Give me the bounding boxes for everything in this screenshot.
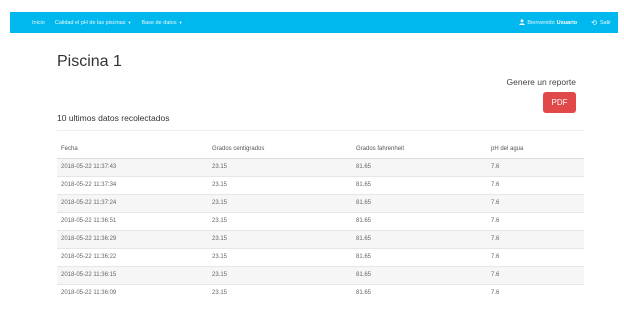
pdf-report-button[interactable]: PDF bbox=[543, 92, 576, 113]
cell-date: 2018-05-22 11:36:22 bbox=[57, 247, 208, 266]
table-header-row: Fecha Grados centigrados Grados fahrenhe… bbox=[57, 140, 584, 159]
nav-menu-database-label: Base de datos bbox=[141, 19, 177, 26]
cell-fahrenheit: 81.65 bbox=[352, 157, 487, 176]
cell-date: 2018-05-22 11:36:29 bbox=[57, 229, 208, 248]
cell-ph: 7.6 bbox=[487, 157, 584, 176]
cell-ph: 7.6 bbox=[487, 247, 584, 266]
section-divider bbox=[57, 130, 584, 131]
cell-celsius: 23.15 bbox=[208, 175, 352, 194]
cell-fahrenheit: 81.65 bbox=[352, 211, 487, 230]
cell-ph: 7.6 bbox=[487, 229, 584, 248]
nav-menu-quality[interactable]: Calidad el pH de las piscinas ▼ bbox=[55, 20, 132, 26]
cell-fahrenheit: 81.65 bbox=[352, 283, 487, 302]
cell-ph: 7.6 bbox=[487, 211, 584, 230]
cell-date: 2018-05-22 11:37:34 bbox=[57, 175, 208, 194]
cell-celsius: 23.15 bbox=[208, 265, 352, 284]
column-header-date: Fecha bbox=[57, 140, 208, 159]
cell-date: 2018-05-22 11:36:09 bbox=[57, 283, 208, 302]
table-row: 2018-05-22 11:37:34 23.15 81.65 7.6 bbox=[57, 175, 584, 194]
nav-home-link[interactable]: Inicio bbox=[32, 20, 45, 26]
nav-menu-database[interactable]: Base de datos ▼ bbox=[141, 20, 182, 26]
cell-celsius: 23.15 bbox=[208, 157, 352, 176]
cell-fahrenheit: 81.65 bbox=[352, 247, 487, 266]
cell-fahrenheit: 81.65 bbox=[352, 193, 487, 212]
nav-menu-quality-label: Calidad el pH de las piscinas bbox=[54, 19, 126, 26]
cell-date: 2018-05-22 11:36:15 bbox=[57, 265, 208, 284]
cell-celsius: 23.15 bbox=[208, 283, 352, 302]
column-header-celsius: Grados centigrados bbox=[208, 140, 352, 159]
table-row: 2018-05-22 11:37:43 23.15 81.65 7.6 bbox=[57, 157, 584, 176]
column-header-ph: pH del agua bbox=[487, 140, 584, 159]
user-icon bbox=[519, 18, 526, 27]
user-greeting-prefix: Bienvenido bbox=[527, 19, 555, 26]
cell-ph: 7.6 bbox=[487, 193, 584, 212]
top-navbar: Inicio Calidad el pH de las piscinas ▼ B… bbox=[10, 12, 618, 33]
column-header-fahrenheit: Grados fahrenheit bbox=[352, 140, 487, 159]
caret-down-icon: ▼ bbox=[127, 20, 132, 25]
table-row: 2018-05-22 11:37:24 23.15 81.65 7.6 bbox=[57, 193, 584, 212]
nav-user-greeting: Bienvenido Usuario bbox=[519, 18, 578, 27]
cell-celsius: 23.15 bbox=[208, 211, 352, 230]
logout-link[interactable]: ⟲ Salir bbox=[591, 19, 611, 27]
cell-celsius: 23.15 bbox=[208, 247, 352, 266]
logout-label: Salir bbox=[599, 19, 611, 26]
cell-celsius: 23.15 bbox=[208, 229, 352, 248]
cell-ph: 7.6 bbox=[487, 265, 584, 284]
cell-ph: 7.6 bbox=[487, 175, 584, 194]
cell-fahrenheit: 81.65 bbox=[352, 229, 487, 248]
cell-celsius: 23.15 bbox=[208, 193, 352, 212]
cell-ph: 7.6 bbox=[487, 283, 584, 302]
table-row: 2018-05-22 11:36:29 23.15 81.65 7.6 bbox=[57, 229, 584, 248]
cell-date: 2018-05-22 11:37:24 bbox=[57, 193, 208, 212]
table-row: 2018-05-22 11:36:09 23.15 81.65 7.6 bbox=[57, 283, 584, 302]
page-title: Piscina 1 bbox=[57, 53, 122, 70]
user-name: Usuario bbox=[556, 19, 578, 26]
nav-right-group: Bienvenido Usuario ⟲ Salir bbox=[519, 18, 618, 27]
report-label: Genere un reporte bbox=[506, 77, 576, 87]
table-row: 2018-05-22 11:36:15 23.15 81.65 7.6 bbox=[57, 265, 584, 284]
table-row: 2018-05-22 11:36:22 23.15 81.65 7.6 bbox=[57, 247, 584, 266]
logout-icon: ⟲ bbox=[591, 19, 597, 27]
table-row: 2018-05-22 11:36:51 23.15 81.65 7.6 bbox=[57, 211, 584, 230]
cell-fahrenheit: 81.65 bbox=[352, 265, 487, 284]
sensor-data-table: Fecha Grados centigrados Grados fahrenhe… bbox=[57, 140, 584, 302]
cell-fahrenheit: 81.65 bbox=[352, 175, 487, 194]
section-title: 10 ultimos datos recolectados bbox=[57, 113, 170, 123]
cell-date: 2018-05-22 11:36:51 bbox=[57, 211, 208, 230]
nav-left-group: Inicio Calidad el pH de las piscinas ▼ B… bbox=[10, 20, 193, 26]
caret-down-icon: ▼ bbox=[178, 20, 183, 25]
cell-date: 2018-05-22 11:37:43 bbox=[57, 157, 208, 176]
